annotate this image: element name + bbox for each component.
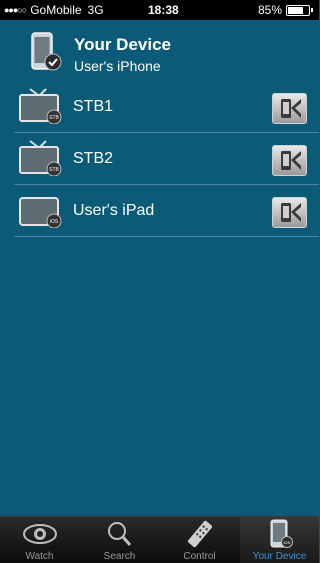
tv-icon: STB xyxy=(19,140,62,176)
phone-check-icon xyxy=(31,32,62,71)
k-logo-icon xyxy=(281,99,301,118)
status-time: 18:38 xyxy=(148,3,179,17)
connect-button[interactable] xyxy=(272,197,307,228)
battery-percent: 85% xyxy=(257,3,282,17)
current-device-name: User's iPhone xyxy=(74,58,161,74)
tab-label: Search xyxy=(103,551,136,562)
k-logo-icon xyxy=(281,203,301,222)
remote-icon xyxy=(187,520,213,548)
tab-bar: Watch Search Control iOS Your Device xyxy=(0,516,319,563)
carrier-name: GoMobile xyxy=(30,3,82,17)
stb-badge: STB xyxy=(49,115,59,121)
device-row-stb1[interactable]: STB STB1 xyxy=(14,82,319,133)
device-name: STB1 xyxy=(73,98,114,115)
tablet-icon: iOS xyxy=(19,197,62,228)
tab-label: Watch xyxy=(25,551,54,562)
ios-badge: iOS xyxy=(50,219,59,225)
tab-control[interactable]: Control xyxy=(160,517,239,563)
tab-your-device[interactable]: iOS Your Device xyxy=(240,517,319,563)
page-title: Your Device xyxy=(74,35,172,54)
status-bar: ●●●○○ GoMobile 3G 18:38 85% xyxy=(0,0,319,20)
tab-label: Control xyxy=(183,551,216,562)
battery-indicator: 85% xyxy=(258,3,313,17)
stb-badge: STB xyxy=(49,167,59,173)
tv-icon: STB xyxy=(19,88,62,124)
device-row-ipad[interactable]: iOS User's iPad xyxy=(14,186,319,237)
connect-button[interactable] xyxy=(272,145,307,176)
battery-icon xyxy=(286,4,310,16)
tab-search[interactable]: Search xyxy=(80,517,159,563)
current-device-header: Your Device User's iPhone xyxy=(0,22,319,80)
tab-watch[interactable]: Watch xyxy=(0,517,79,563)
device-name: STB2 xyxy=(73,150,114,167)
battery-fill xyxy=(288,6,304,14)
device-row-stb2[interactable]: STB STB2 xyxy=(14,134,319,185)
eye-icon xyxy=(23,524,57,544)
signal-strength-icon: ●●●○○ xyxy=(4,5,27,15)
k-logo-icon xyxy=(281,151,301,170)
tab-label: Your Device xyxy=(252,551,307,562)
connect-button[interactable] xyxy=(272,93,307,124)
phone-icon: iOS xyxy=(270,519,293,548)
magnifier-icon xyxy=(108,522,132,546)
network-type: 3G xyxy=(87,3,104,17)
svg-text:iOS: iOS xyxy=(284,540,291,545)
device-name: User's iPad xyxy=(73,202,155,219)
